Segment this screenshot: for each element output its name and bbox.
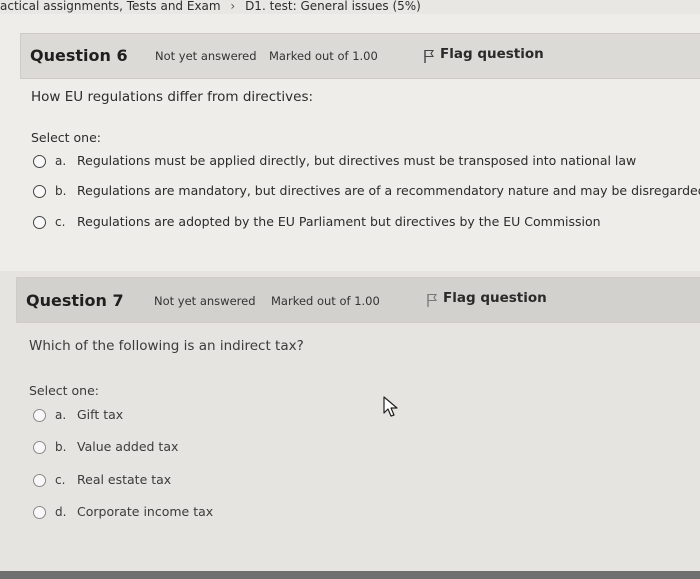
radio-button[interactable]: [33, 216, 46, 229]
option-text[interactable]: Corporate income tax: [77, 504, 213, 519]
option-letter: d.: [55, 505, 67, 519]
flag-question-link[interactable]: Flag question: [440, 46, 544, 62]
option-text[interactable]: Regulations must be applied directly, bu…: [77, 153, 636, 168]
question-text: How EU regulations differ from directive…: [31, 89, 314, 105]
question-7-header: Question 7 Not yet answered Marked out o…: [16, 277, 700, 323]
radio-button[interactable]: [33, 185, 46, 198]
breadcrumb-page-link[interactable]: D1. test: General issues (5%): [245, 0, 421, 13]
radio-button[interactable]: [33, 441, 46, 454]
question-marks: Marked out of 1.00: [269, 49, 378, 63]
option-text[interactable]: Regulations are mandatory, but directive…: [77, 183, 700, 198]
flag-question-link[interactable]: Flag question: [443, 290, 547, 306]
option-a[interactable]: a. Gift tax: [33, 407, 433, 426]
option-text[interactable]: Regulations are adopted by the EU Parlia…: [77, 214, 601, 229]
radio-button[interactable]: [33, 409, 46, 422]
mouse-pointer-icon: [383, 396, 398, 417]
flag-icon[interactable]: [426, 293, 438, 307]
breadcrumb-separator: ›: [230, 0, 236, 13]
bottom-edge-bar: [0, 571, 700, 579]
option-text[interactable]: Value added tax: [77, 439, 178, 454]
select-one-label: Select one:: [29, 383, 100, 398]
question-text: Which of the following is an indirect ta…: [29, 338, 304, 354]
option-letter: b.: [55, 184, 67, 198]
option-b[interactable]: b. Regulations are mandatory, but direct…: [33, 183, 700, 202]
question-7-panel: Question 7 Not yet answered Marked out o…: [0, 271, 700, 571]
option-letter: c.: [55, 473, 66, 487]
option-text[interactable]: Gift tax: [77, 407, 123, 422]
radio-button[interactable]: [33, 474, 46, 487]
option-c[interactable]: c. Real estate tax: [33, 472, 433, 491]
breadcrumb-course-link[interactable]: actical assignments, Tests and Exam: [0, 0, 221, 13]
question-status: Not yet answered: [155, 49, 257, 63]
breadcrumb: actical assignments, Tests and Exam › D1…: [0, 0, 700, 14]
option-letter: c.: [55, 215, 66, 229]
question-number: Question 6: [30, 46, 128, 65]
question-marks: Marked out of 1.00: [271, 294, 380, 308]
option-letter: b.: [55, 440, 67, 454]
option-letter: a.: [55, 154, 67, 168]
option-c[interactable]: c. Regulations are adopted by the EU Par…: [33, 214, 693, 233]
question-6-header: Question 6 Not yet answered Marked out o…: [20, 33, 700, 79]
option-d[interactable]: d. Corporate income tax: [33, 504, 433, 523]
select-one-label: Select one:: [31, 130, 102, 145]
radio-button[interactable]: [33, 155, 46, 168]
option-b[interactable]: b. Value added tax: [33, 439, 433, 458]
option-a[interactable]: a. Regulations must be applied directly,…: [33, 153, 693, 172]
option-text[interactable]: Real estate tax: [77, 472, 171, 487]
flag-icon[interactable]: [423, 49, 435, 63]
option-letter: a.: [55, 408, 67, 422]
question-number: Question 7: [26, 291, 124, 310]
question-status: Not yet answered: [154, 294, 256, 308]
question-6-panel: Question 6 Not yet answered Marked out o…: [0, 14, 700, 271]
radio-button[interactable]: [33, 506, 46, 519]
